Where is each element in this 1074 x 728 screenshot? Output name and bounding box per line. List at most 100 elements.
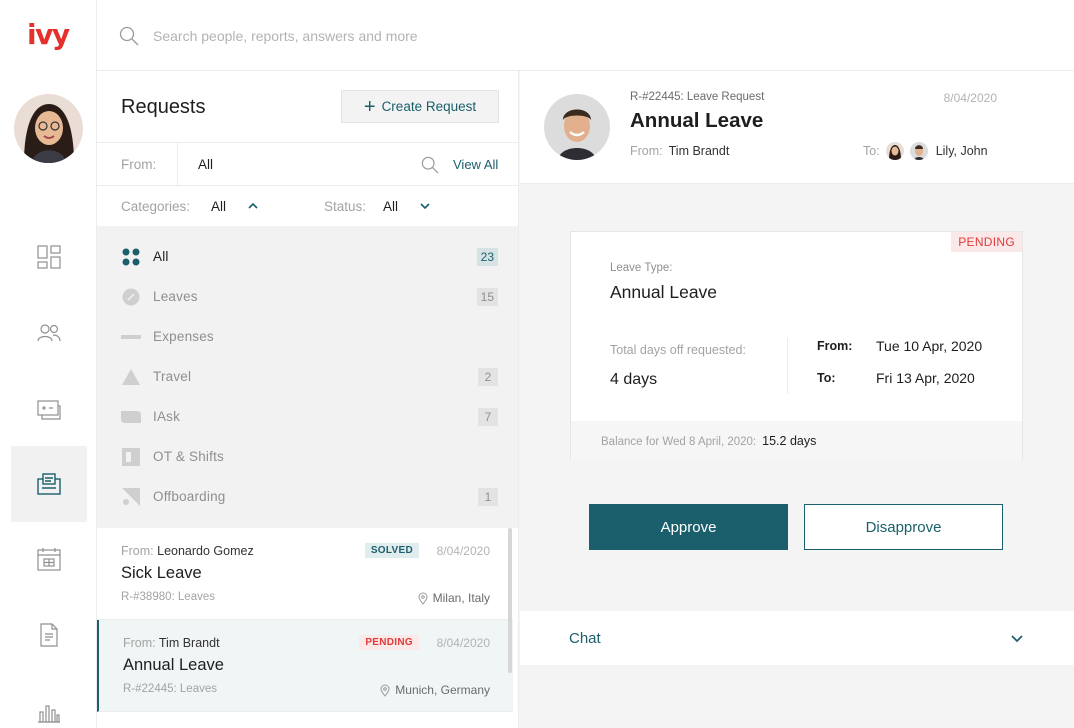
status-badge: PENDING (951, 232, 1022, 252)
dashboard-icon[interactable] (11, 219, 87, 295)
analytics-icon[interactable] (11, 673, 87, 728)
category-item-ot-shifts[interactable]: OT & Shifts (97, 437, 518, 477)
top-search-bar (97, 0, 1074, 71)
shifts-icon (122, 448, 140, 466)
category-item-offboarding[interactable]: Offboarding 1 (97, 477, 518, 517)
requests-panel: Requests + Create Request From: All View… (97, 71, 519, 728)
category-count: 23 (476, 248, 498, 266)
view-all-link[interactable]: View All (453, 157, 498, 172)
status-badge: SOLVED (364, 543, 419, 558)
user-avatar[interactable] (14, 94, 83, 163)
from-filter-label: From: (121, 157, 157, 172)
to-label: To: (863, 144, 880, 158)
total-days-value: 4 days (610, 371, 658, 388)
request-location: Munich, Germany (380, 683, 490, 697)
balance-footer: Balance for Wed 8 April, 2020: 15.2 days (571, 421, 1022, 460)
category-count: 1 (478, 488, 498, 506)
category-item-expenses[interactable]: Expenses (97, 317, 518, 357)
tickets-icon[interactable] (11, 371, 87, 447)
request-ref: R-#38980: Leaves (121, 591, 215, 603)
category-label: Travel (153, 369, 192, 384)
request-recipients: To: Lily, John (863, 142, 988, 160)
leaf-icon (122, 288, 140, 306)
left-nav-rail: ivy (0, 0, 97, 728)
status-label: Status: (324, 199, 367, 214)
chat-label: Chat (569, 630, 601, 647)
search-input[interactable] (153, 24, 653, 48)
divider (177, 143, 178, 187)
category-label: Expenses (153, 329, 214, 344)
request-ref: R-#22445: Leave Request (630, 91, 765, 103)
leave-details-card: PENDING Leave Type: Annual Leave Total d… (570, 231, 1023, 460)
offboarding-icon (122, 488, 140, 506)
from-filter-value[interactable]: All (198, 157, 213, 172)
category-item-all[interactable]: All 23 (97, 237, 518, 277)
from-filter-row: From: All View All (97, 142, 518, 187)
category-count: 15 (476, 288, 498, 306)
category-label: IAsk (153, 409, 181, 424)
request-ref: R-#22445: Leaves (123, 683, 217, 695)
requests-icon[interactable] (11, 446, 87, 522)
request-title: Sick Leave (121, 564, 202, 582)
category-item-leaves[interactable]: Leaves 15 (97, 277, 518, 317)
category-label: Leaves (153, 289, 198, 304)
request-title: Annual Leave (630, 109, 764, 132)
list-scrollbar[interactable] (508, 528, 512, 673)
leave-type-value: Annual Leave (610, 282, 718, 302)
request-sender: Leonardo Gomez (157, 544, 254, 558)
category-status-filters: Categories: All Status: All (97, 186, 518, 226)
chevron-down-icon[interactable] (1010, 631, 1024, 645)
category-item-iask[interactable]: IAsk 7 (97, 397, 518, 437)
search-icon[interactable] (119, 26, 139, 46)
search-icon[interactable] (421, 156, 439, 174)
calendar-icon[interactable] (11, 521, 87, 597)
location-pin-icon (418, 592, 428, 605)
recipient-names: Lily, John (935, 144, 988, 158)
category-label: Offboarding (153, 489, 226, 504)
categories-label: Categories: (121, 199, 191, 214)
to-date-label: To: (817, 371, 836, 385)
request-from: From: Tim Brandt (630, 144, 730, 158)
leave-type-label: Leave Type: (610, 262, 673, 274)
categories-dropdown[interactable]: All (211, 199, 226, 214)
from-date-value: Tue 10 Apr, 2020 (876, 338, 983, 354)
location-label: Milan, Italy (432, 591, 490, 605)
request-date: 8/04/2020 (436, 544, 490, 558)
requests-title: Requests (121, 96, 206, 118)
request-date: 8/04/2020 (436, 636, 490, 650)
location-label: Munich, Germany (395, 683, 490, 697)
request-from: From: Leonardo Gomez (121, 544, 254, 558)
request-date: 8/04/2020 (943, 91, 997, 105)
iask-icon (121, 411, 141, 423)
approve-button[interactable]: Approve (589, 504, 788, 550)
category-item-travel[interactable]: Travel 2 (97, 357, 518, 397)
total-days-label: Total days off requested: (610, 343, 746, 357)
chat-section-toggle[interactable]: Chat (520, 611, 1074, 665)
status-dropdown[interactable]: All (383, 199, 398, 214)
balance-text: Balance for Wed 8 April, 2020: 15.2 days (601, 434, 817, 448)
status-badge: PENDING (359, 635, 419, 650)
people-icon[interactable] (11, 295, 87, 371)
travel-icon (122, 369, 140, 385)
request-list-item[interactable]: From: Tim Brandt Annual Leave R-#22445: … (97, 620, 513, 712)
request-location: Milan, Italy (418, 591, 490, 605)
sender-avatar (544, 94, 610, 160)
chevron-down-icon[interactable] (419, 200, 431, 212)
category-count: 2 (478, 368, 498, 386)
grid-dots-icon (122, 248, 140, 266)
create-request-button[interactable]: + Create Request (341, 90, 499, 123)
category-label: All (153, 249, 169, 264)
divider (787, 338, 788, 394)
expense-icon (121, 335, 141, 339)
recipient-avatar (909, 142, 928, 160)
document-icon[interactable] (11, 597, 87, 673)
create-request-label: Create Request (381, 99, 477, 114)
request-sender: Tim Brandt (158, 636, 220, 650)
request-from: From: Tim Brandt (123, 636, 220, 650)
plus-icon: + (363, 95, 376, 118)
request-list-item[interactable]: From: Leonardo Gomez Sick Leave R-#38980… (97, 528, 513, 620)
request-sender: Tim Brandt (668, 144, 730, 158)
ivy-logo[interactable]: ivy (27, 20, 70, 50)
disapprove-button[interactable]: Disapprove (804, 504, 1003, 550)
chevron-up-icon[interactable] (247, 200, 259, 212)
